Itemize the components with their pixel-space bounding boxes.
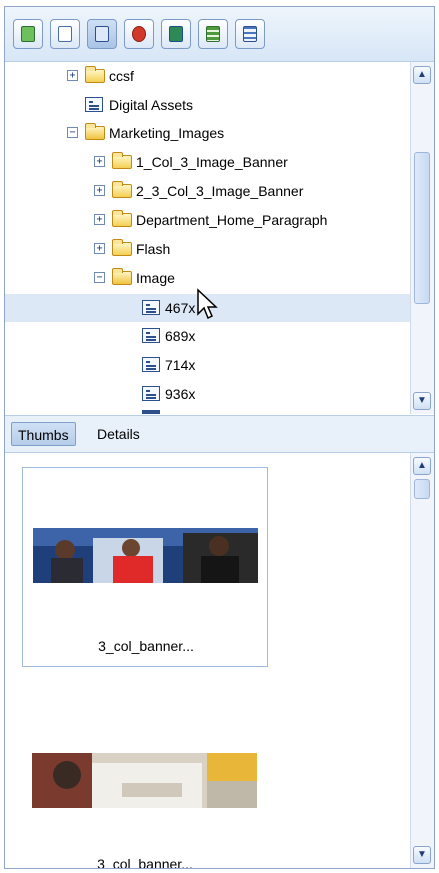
partial-item-icon	[142, 410, 160, 414]
expand-icon[interactable]: +	[94, 156, 105, 167]
tree-item-label: 689x	[165, 328, 196, 344]
banner-thumbnail-image[interactable]	[32, 753, 257, 808]
refresh-icon	[169, 26, 183, 42]
expand-icon[interactable]: +	[94, 243, 105, 254]
tree-item-marketing-images[interactable]: − Marketing_Images	[5, 121, 410, 145]
list-button[interactable]	[235, 19, 265, 49]
scroll-down-button[interactable]: ▼	[413, 392, 431, 410]
document-icon	[142, 300, 160, 315]
document-icon	[142, 357, 160, 372]
folder-open-icon	[85, 123, 105, 140]
scroll-up-button[interactable]: ▲	[413, 66, 431, 84]
tree-item-2-3-col-3-image-banner[interactable]: + 2_3_Col_3_Image_Banner	[5, 179, 410, 203]
assets-panel: + ccsf Digital Assets − Marketing_Images…	[4, 6, 435, 869]
tab-thumbs[interactable]: Thumbs	[11, 422, 76, 446]
tree-item-image[interactable]: − Image	[5, 266, 410, 290]
tree-item-label: Image	[136, 270, 175, 286]
folder-open-icon	[112, 268, 132, 285]
expand-icon[interactable]: +	[94, 214, 105, 225]
mouse-cursor-icon	[197, 288, 218, 320]
tree-item-689x[interactable]: 689x	[5, 324, 410, 348]
thumbnail-caption: 3_col_banner...	[97, 856, 193, 868]
thumbnails-scrollbar[interactable]: ▲ ▼	[410, 453, 434, 868]
collapse-icon[interactable]: −	[94, 272, 105, 283]
view-tabs: Thumbs Details	[5, 415, 434, 453]
list-icon	[243, 26, 257, 42]
tree-item-label: Flash	[136, 241, 171, 257]
tree-item-label: Department_Home_Paragraph	[136, 212, 328, 228]
asset-tree: + ccsf Digital Assets − Marketing_Images…	[5, 62, 410, 414]
folder-icon	[112, 239, 132, 256]
tree-item-department-home-paragraph[interactable]: + Department_Home_Paragraph	[5, 208, 410, 232]
tree-item-label: 2_3_Col_3_Image_Banner	[136, 183, 304, 199]
chevron-down-icon: ▼	[417, 849, 427, 860]
thumbnail-card[interactable]: 3_col_banner...	[22, 467, 268, 667]
tree-item-714x[interactable]: 714x	[5, 353, 410, 377]
insert-image-button[interactable]	[13, 19, 43, 49]
chevron-down-icon: ▼	[417, 395, 427, 406]
remove-button[interactable]	[124, 19, 154, 49]
expand-icon[interactable]: +	[94, 185, 105, 196]
table-icon	[206, 26, 220, 42]
tree-item-label: 467x	[165, 300, 196, 316]
tree-item-flash[interactable]: + Flash	[5, 237, 410, 261]
tree-item-label: 1_Col_3_Image_Banner	[136, 154, 288, 170]
remove-icon	[132, 26, 146, 42]
collapse-icon[interactable]: −	[67, 127, 78, 138]
tree-item-label: 936x	[165, 386, 196, 402]
thumbnail-caption: 3_col_banner...	[98, 638, 194, 654]
tab-details[interactable]: Details	[91, 422, 146, 446]
document-icon	[142, 386, 160, 401]
scroll-down-button[interactable]: ▼	[413, 846, 431, 864]
new-page-button[interactable]	[50, 19, 80, 49]
folder-icon	[112, 152, 132, 169]
scrollbar-thumb[interactable]	[414, 479, 430, 499]
folder-icon	[85, 66, 105, 83]
page-icon	[58, 26, 72, 42]
table-button[interactable]	[198, 19, 228, 49]
tree-scrollbar[interactable]: ▲ ▼	[410, 62, 434, 414]
tree-item-1-col-3-image-banner[interactable]: + 1_Col_3_Image_Banner	[5, 150, 410, 174]
refresh-button[interactable]	[161, 19, 191, 49]
thumbnails-pane: 3_col_banner... 3_col_banner...	[5, 453, 410, 868]
scroll-up-button[interactable]: ▲	[413, 457, 431, 475]
tree-item-label: 714x	[165, 357, 196, 373]
tree-item-label: Digital Assets	[109, 97, 194, 113]
component-icon	[95, 26, 109, 42]
chevron-up-icon: ▲	[417, 69, 427, 80]
tree-item-936x[interactable]: 936x	[5, 382, 410, 406]
document-icon	[85, 97, 103, 112]
folder-icon	[112, 210, 132, 227]
tree-item-label: Marketing_Images	[109, 125, 225, 141]
scrollbar-thumb[interactable]	[414, 152, 430, 304]
tree-item-digital-assets[interactable]: Digital Assets	[5, 93, 410, 117]
component-button[interactable]	[87, 19, 117, 49]
tree-item-ccsf[interactable]: + ccsf	[5, 64, 410, 88]
toolbar	[5, 7, 434, 62]
image-icon	[21, 26, 35, 42]
expand-icon[interactable]: +	[67, 70, 78, 81]
chevron-up-icon: ▲	[417, 460, 427, 471]
banner-thumbnail-image	[33, 528, 258, 583]
folder-icon	[112, 181, 132, 198]
document-icon	[142, 328, 160, 343]
tree-item-label: ccsf	[109, 68, 134, 84]
